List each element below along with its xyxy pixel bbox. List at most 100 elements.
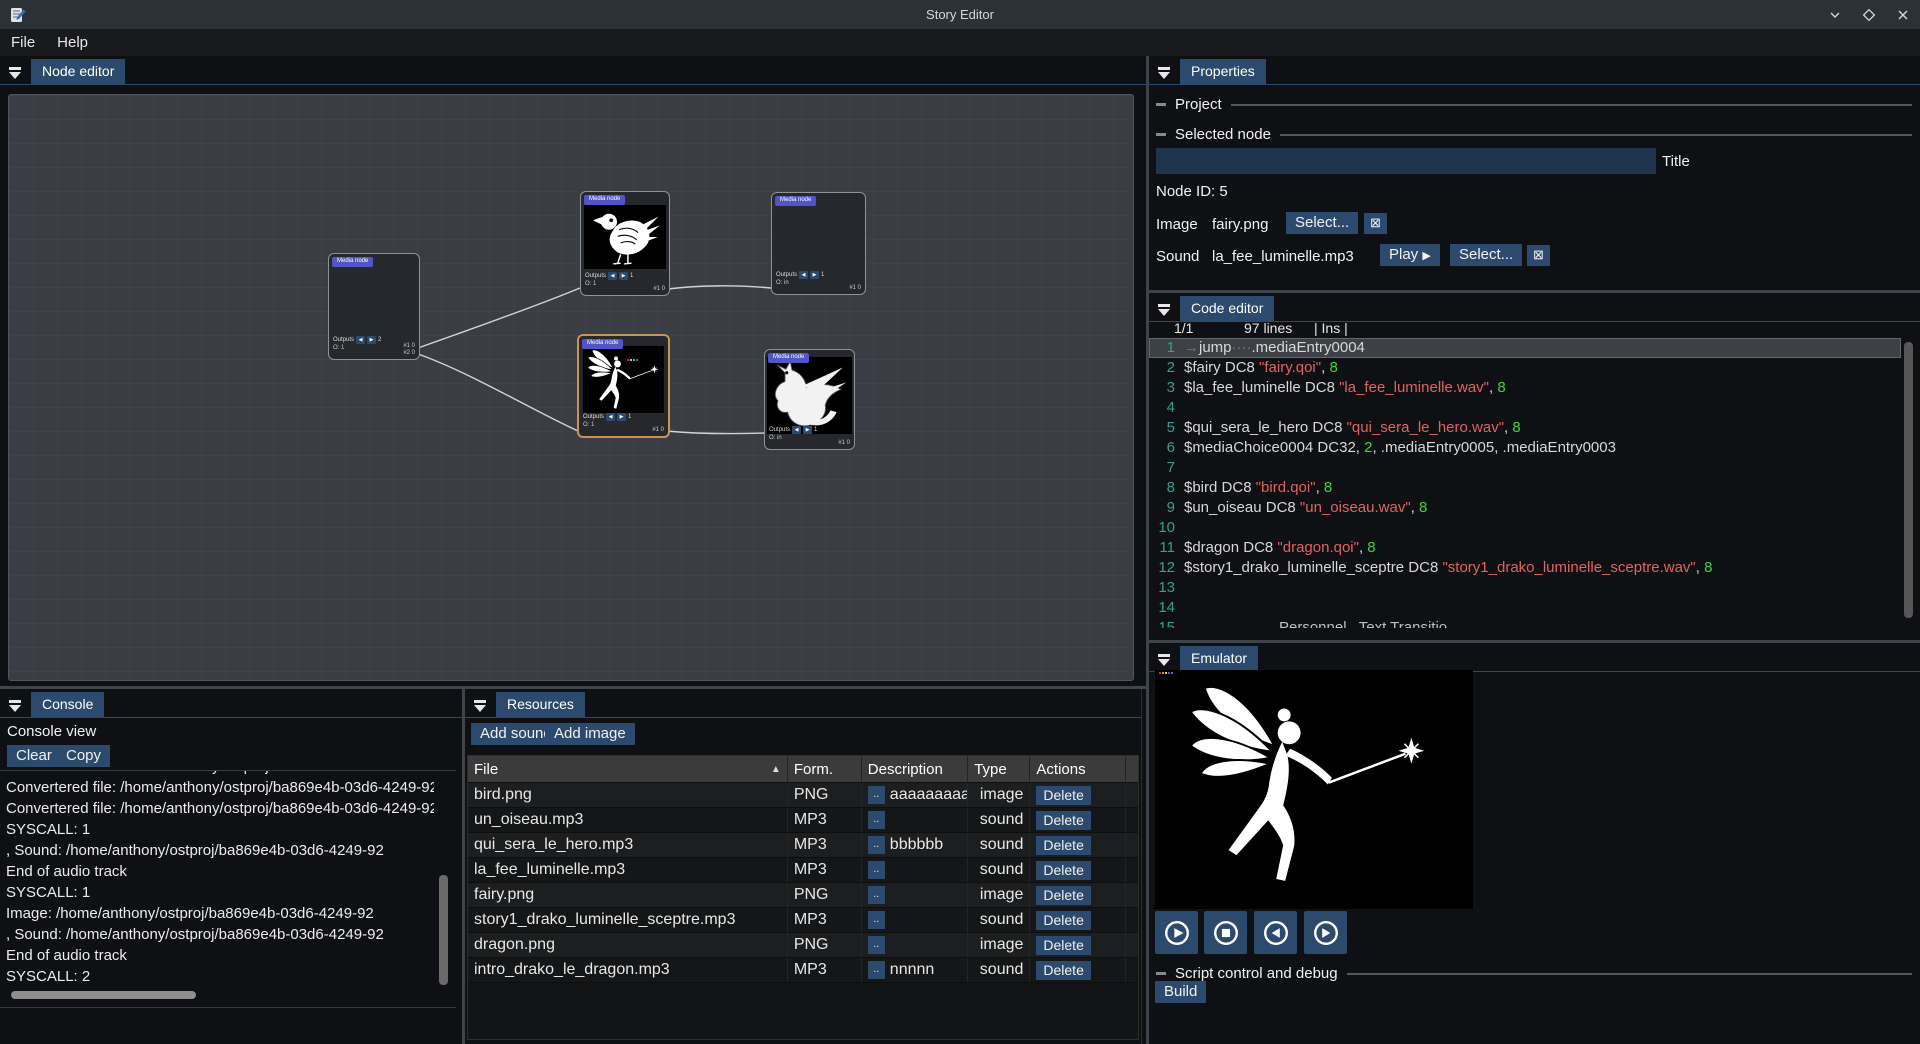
cell-description: bbbbbb [890, 836, 943, 854]
delete-button[interactable]: Delete [1036, 811, 1090, 830]
next-output-button[interactable]: ▶ [367, 336, 376, 344]
fairy-thumbnail [583, 346, 664, 413]
delete-button[interactable]: Delete [1036, 836, 1090, 855]
title-input[interactable] [1156, 148, 1656, 174]
prev-output-button[interactable]: ◀ [356, 336, 365, 344]
delete-button[interactable]: Delete [1036, 861, 1090, 880]
emulator-stop-button[interactable] [1204, 911, 1247, 954]
table-row[interactable]: story1_drako_luminelle_sceptre.mp3 MP3 .… [468, 908, 1138, 933]
output-port-label[interactable]: #1 0 [838, 440, 850, 447]
node-sub-label: O: 1 [585, 281, 596, 288]
prev-output-button[interactable]: ◀ [792, 426, 801, 434]
node-dragon[interactable]: Media node Outputs ◀ ▶ 1 O: in #1 0 [764, 349, 855, 450]
sound-select-button[interactable]: Select... [1450, 244, 1522, 266]
fairy-render [1155, 670, 1473, 909]
build-button[interactable]: Build [1155, 981, 1206, 1003]
table-row[interactable]: fairy.png PNG .. image Delete [468, 883, 1138, 908]
prev-output-button[interactable]: ◀ [799, 271, 808, 279]
node-start[interactable]: Media node Outputs ◀ ▶ 2 O: 1 #1 0 #2 0 [328, 253, 420, 360]
table-row[interactable]: un_oiseau.mp3 MP3 .. sound Delete [468, 808, 1138, 833]
next-output-button[interactable]: ▶ [617, 413, 626, 421]
table-row[interactable]: bird.png PNG ..aaaaaaaaa image Delete [468, 783, 1138, 808]
console-horizontal-scrollbar[interactable] [11, 991, 196, 999]
tab-console[interactable]: Console [31, 692, 104, 717]
collapse-icon[interactable] [473, 699, 487, 713]
table-row[interactable]: intro_drako_le_dragon.mp3 MP3 ..nnnnn so… [468, 958, 1138, 983]
delete-button[interactable]: Delete [1036, 786, 1090, 805]
delete-button[interactable]: Delete [1036, 911, 1090, 930]
edit-description-button[interactable]: .. [868, 961, 885, 979]
tab-code-editor[interactable]: Code editor [1180, 296, 1274, 321]
menu-help[interactable]: Help [46, 31, 99, 54]
close-button[interactable] [1894, 6, 1912, 24]
edit-description-button[interactable]: .. [868, 911, 885, 929]
code-line: 5$qui_sera_le_hero DC8 "qui_sera_le_hero… [1149, 418, 1901, 438]
console-clear-button[interactable]: Clear [7, 745, 61, 767]
column-header-format[interactable]: Form. [788, 756, 862, 782]
edit-description-button[interactable]: .. [868, 811, 885, 829]
menu-file[interactable]: File [0, 31, 46, 54]
emulator-play-button[interactable] [1155, 911, 1198, 954]
image-file-value: fairy.png [1212, 216, 1268, 233]
code-vertical-scrollbar[interactable] [1904, 342, 1913, 618]
column-header-actions[interactable]: Actions [1030, 756, 1126, 782]
next-output-button[interactable]: ▶ [619, 272, 628, 280]
console-vertical-scrollbar[interactable] [439, 875, 448, 985]
emulator-step-forward-button[interactable] [1304, 911, 1347, 954]
output-port-label[interactable]: #2 0 [403, 350, 415, 357]
table-row[interactable]: dragon.png PNG .. image Delete [468, 933, 1138, 958]
edit-description-button[interactable]: .. [868, 836, 885, 854]
add-image-button[interactable]: Add image [545, 723, 635, 745]
emulator-step-back-button[interactable] [1254, 911, 1297, 954]
output-port-label[interactable]: #1 0 [849, 285, 861, 292]
image-label: Image [1156, 216, 1198, 233]
column-header-description[interactable]: Description [862, 756, 968, 782]
cell-file: qui_sera_le_hero.mp3 [468, 833, 788, 857]
table-row[interactable]: la_fee_luminelle.mp3 MP3 .. sound Delete [468, 858, 1138, 883]
node-choice[interactable]: Media node Outputs ◀ ▶ 1 O: in #1 0 [771, 192, 866, 295]
minimize-button[interactable] [1826, 6, 1844, 24]
output-port-label[interactable]: #1 0 [403, 343, 415, 350]
section-selected-node: Selected node [1175, 126, 1271, 143]
collapse-icon[interactable] [1157, 653, 1171, 667]
node-graph-canvas[interactable]: Media node Outputs ◀ ▶ 2 O: 1 #1 0 #2 0 [8, 94, 1134, 681]
edit-description-button[interactable]: .. [868, 886, 885, 904]
collapse-icon[interactable] [1157, 66, 1171, 80]
image-select-button[interactable]: Select... [1286, 212, 1358, 234]
collapse-icon[interactable] [8, 699, 22, 713]
table-row[interactable]: qui_sera_le_hero.mp3 MP3 ..bbbbbb sound … [468, 833, 1138, 858]
edit-description-button[interactable]: .. [868, 936, 885, 954]
script-control-label: Script control and debug [1175, 965, 1338, 982]
tab-properties[interactable]: Properties [1180, 59, 1266, 84]
node-output-count: 1 [821, 272, 824, 279]
node-fairy-selected[interactable]: Media node Outputs ◀ ▶ 1 O: 1 #1 0 [577, 334, 670, 438]
code-line: 14 [1149, 598, 1901, 618]
output-port-label[interactable]: #1 0 [652, 427, 664, 434]
edit-description-button[interactable]: .. [868, 786, 885, 804]
console-copy-button[interactable]: Copy [57, 745, 110, 767]
tab-node-editor[interactable]: Node editor [31, 59, 125, 84]
prev-output-button[interactable]: ◀ [608, 272, 617, 280]
collapse-icon[interactable] [8, 66, 22, 80]
column-header-file[interactable]: File▲ [468, 756, 788, 782]
delete-button[interactable]: Delete [1036, 936, 1090, 955]
emulator-screen [1155, 670, 1473, 909]
sound-play-button[interactable]: Play ▶ [1380, 244, 1440, 266]
delete-button[interactable]: Delete [1036, 961, 1090, 980]
delete-button[interactable]: Delete [1036, 886, 1090, 905]
next-output-button[interactable]: ▶ [803, 426, 812, 434]
code-text-area[interactable]: 1→jump····.mediaEntry0004 2$fairy DC8 "f… [1149, 338, 1901, 628]
tab-emulator[interactable]: Emulator [1180, 646, 1258, 671]
output-port-label[interactable]: #1 0 [653, 286, 665, 293]
maximize-button[interactable] [1860, 6, 1878, 24]
next-output-button[interactable]: ▶ [810, 271, 819, 279]
prev-output-button[interactable]: ◀ [606, 413, 615, 421]
sound-clear-button[interactable]: ⊠ [1527, 245, 1550, 266]
collapse-icon[interactable] [1157, 303, 1171, 317]
column-header-type[interactable]: Type [968, 756, 1030, 782]
image-clear-button[interactable]: ⊠ [1364, 213, 1387, 234]
console-log[interactable]: Convertered file: /home/anthony/ostproj/… [6, 771, 434, 989]
tab-resources[interactable]: Resources [496, 692, 585, 717]
edit-description-button[interactable]: .. [868, 861, 885, 879]
node-bird[interactable]: Media node Outputs ◀ ▶ 1 O: 1 #1 0 [580, 191, 670, 296]
